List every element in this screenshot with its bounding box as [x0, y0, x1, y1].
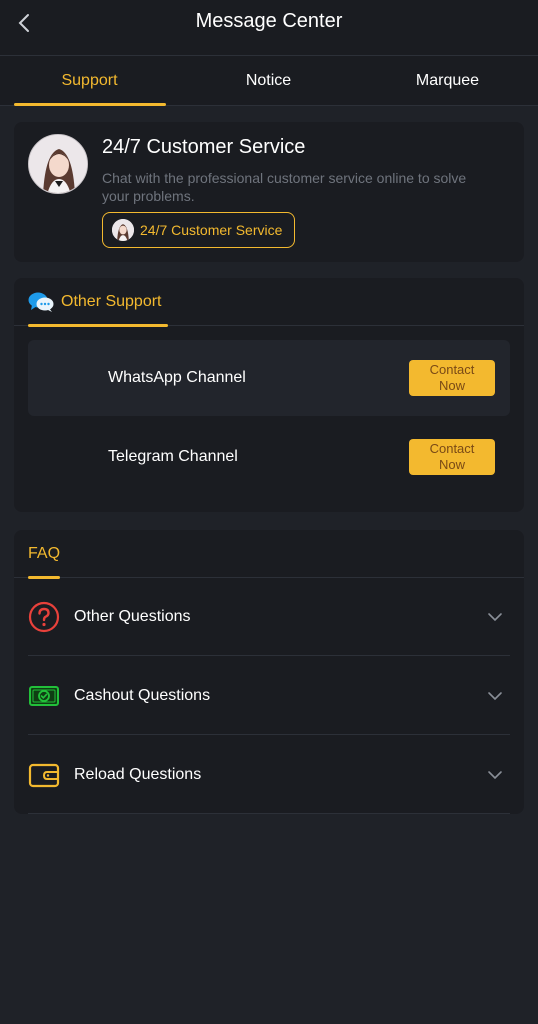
cash-icon — [28, 680, 60, 712]
customer-service-title: 24/7 Customer Service — [102, 136, 306, 158]
faq-tab[interactable]: FAQ — [28, 530, 61, 579]
faq-item-label: Other Questions — [74, 607, 191, 625]
chat-bubbles-icon — [28, 292, 54, 312]
contact-now-button-telegram[interactable]: Contact Now — [409, 439, 495, 475]
faq-item-label: Reload Questions — [74, 765, 202, 783]
customer-service-button-label: 24/7 Customer Service — [140, 222, 283, 238]
chevron-down-icon — [488, 612, 502, 621]
tab-bar: Support Notice Marquee — [0, 56, 538, 106]
other-support-header: Other Support — [14, 278, 524, 327]
channel-row-whatsapp: WhatsApp Channel Contact Now — [28, 340, 510, 416]
customer-service-description: Chat with the professional customer serv… — [102, 170, 467, 204]
tab-support[interactable]: Support — [0, 56, 179, 106]
customer-service-card: 24/7 Customer Service Chat with the prof… — [14, 122, 524, 262]
faq-card: FAQ Other Questions Cashout Questions Re… — [14, 530, 524, 814]
tab-notice[interactable]: Notice — [179, 56, 358, 106]
channel-name: Telegram Channel — [108, 448, 238, 465]
agent-avatar — [28, 134, 88, 194]
top-bar: Message Center — [0, 0, 538, 56]
faq-item-label: Cashout Questions — [74, 686, 211, 704]
other-support-tab[interactable]: Other Support — [28, 278, 168, 327]
faq-item-cashout-questions[interactable]: Cashout Questions — [28, 657, 510, 735]
faq-header: FAQ — [14, 530, 524, 579]
faq-item-other-questions[interactable]: Other Questions — [28, 578, 510, 656]
contact-now-button-whatsapp[interactable]: Contact Now — [409, 360, 495, 396]
channel-row-telegram: Telegram Channel Contact Now — [28, 419, 510, 495]
other-support-label: Other Support — [61, 293, 162, 310]
chevron-down-icon — [488, 691, 502, 700]
channel-name: WhatsApp Channel — [108, 369, 246, 386]
faq-item-reload-questions[interactable]: Reload Questions — [28, 736, 510, 814]
agent-mini-avatar — [112, 219, 134, 241]
other-support-card: Other Support WhatsApp Channel Contact N… — [14, 278, 524, 512]
customer-service-button[interactable]: 24/7 Customer Service — [102, 212, 295, 248]
chevron-down-icon — [488, 770, 502, 779]
faq-label: FAQ — [28, 545, 61, 562]
question-icon — [28, 601, 60, 633]
page-title: Message Center — [195, 10, 343, 32]
tab-marquee[interactable]: Marquee — [358, 56, 537, 106]
wallet-icon — [28, 759, 60, 791]
